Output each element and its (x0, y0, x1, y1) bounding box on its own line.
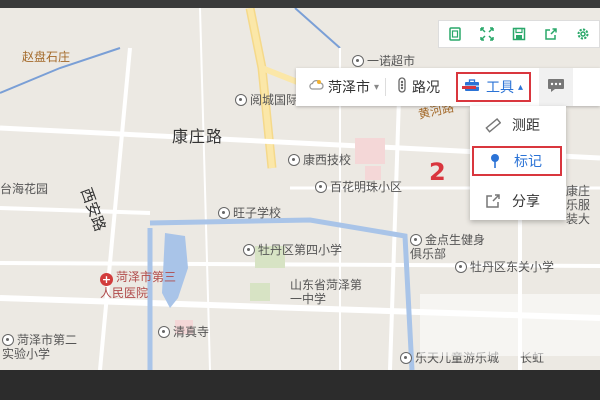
label-mudan-east-school: 牡丹区东关小学 (455, 260, 554, 274)
label-text: 百花明珠小区 (330, 180, 403, 194)
poi-icon (288, 154, 300, 166)
message-button[interactable] (539, 68, 574, 106)
dropdown-item-label: 分享 (512, 194, 540, 210)
label-heze-2nd-school: 菏泽市第二实验小学 (2, 333, 84, 361)
window-bottom-bar (0, 370, 600, 400)
dropdown-item-mark[interactable]: 标记 (472, 146, 562, 176)
label-tai-hai-hua-yuan: 台海花园 (0, 182, 49, 196)
label-shandong-heze-1st: 山东省菏泽第一中学 (290, 278, 363, 306)
toolbar-divider (385, 78, 387, 96)
dropdown-item-label: 测距 (512, 118, 540, 134)
poi-icon (410, 234, 422, 246)
chevron-down-icon: ▾ (374, 81, 380, 93)
map-icon-bar (438, 20, 600, 48)
city-label: 菏泽市 (328, 80, 370, 96)
save-icon[interactable] (510, 25, 528, 43)
poi-icon (243, 244, 255, 256)
city-selector[interactable]: 菏泽市 ▾ (296, 68, 385, 106)
map-toolbar: 菏泽市 ▾ 路况 工具 ▴ (296, 68, 600, 106)
label-yi-nuo-supermarket: 一诺超市 (352, 54, 415, 68)
annotation-arrow (462, 86, 476, 89)
fullscreen-icon[interactable] (478, 25, 496, 43)
label-jin-dian-sheng: 金点生健身俱乐部 (410, 233, 490, 261)
tools-label: 工具 (486, 80, 515, 96)
gear-icon[interactable] (574, 25, 592, 43)
poi-icon (455, 261, 467, 273)
dropdown-item-label: 标记 (514, 154, 542, 170)
poi-icon (352, 55, 364, 67)
chevron-up-icon: ▴ (518, 81, 524, 93)
window-top-bar (0, 0, 600, 8)
label-text: 牡丹区东关小学 (470, 260, 555, 274)
poi-icon (218, 207, 230, 219)
label-heze-3rd-hospital: + 菏泽市第三人民医院 (100, 270, 180, 300)
poi-icon (315, 181, 327, 193)
label-kangzhuang-le-fu: 康庄乐服装大 (566, 184, 591, 226)
label-kang-zhuang-road: 康庄路 (172, 127, 224, 146)
label-text: 康西技校 (303, 153, 352, 167)
tools-dropdown: 测距 标记 分享 (470, 106, 566, 220)
label-bai-hua-ming-zhu: 百花明珠小区 (315, 180, 402, 194)
label-mu-dan-4th-middle: 牡丹区第四小学 (243, 243, 342, 257)
message-icon (547, 78, 565, 96)
watermark-overlay (420, 294, 600, 356)
fit-screen-icon[interactable] (446, 25, 464, 43)
share-icon (484, 192, 502, 210)
label-zhao-pan-shi-zhuang: 赵盘石庄 (22, 50, 71, 64)
label-text: 一诺超市 (367, 54, 416, 68)
dropdown-item-measure[interactable]: 测距 (470, 108, 566, 142)
poi-icon (400, 352, 412, 364)
label-qing-zhen-si: 清真寺 (158, 325, 209, 339)
label-text: 旺子学校 (233, 206, 282, 220)
weather-cloud-icon (308, 79, 324, 95)
label-text: 阅城国际 (250, 93, 299, 107)
step-number-annotation: 2 (429, 158, 446, 186)
poi-icon (158, 326, 170, 338)
traffic-button[interactable]: 路况 (392, 68, 446, 106)
label-text: 牡丹区第四小学 (258, 243, 343, 257)
label-yue-cheng-guo-ji: 阅城国际 (235, 93, 298, 107)
label-kang-xi-ji-xiao: 康西技校 (288, 153, 351, 167)
dropdown-item-share[interactable]: 分享 (470, 184, 566, 218)
share-out-icon[interactable] (542, 25, 560, 43)
pin-icon (486, 152, 504, 170)
ruler-icon (484, 116, 502, 134)
traffic-label: 路况 (412, 80, 441, 96)
hospital-icon: + (100, 273, 113, 286)
poi-icon (235, 94, 247, 106)
label-text: 清真寺 (173, 325, 210, 339)
poi-icon (2, 334, 14, 346)
traffic-light-icon (398, 77, 406, 97)
label-wang-zi-school: 旺子学校 (218, 206, 281, 220)
